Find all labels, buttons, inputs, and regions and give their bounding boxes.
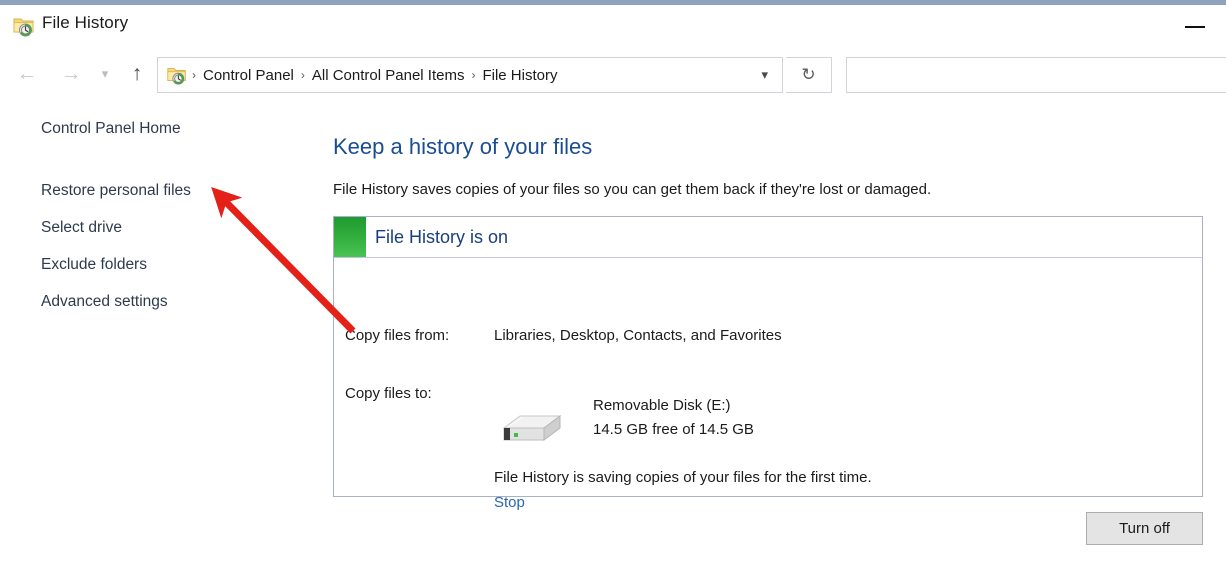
breadcrumb-folder-history-icon [166,64,188,86]
address-bar[interactable]: › Control Panel › All Control Panel Item… [157,57,783,93]
sidebar-item-select-drive[interactable]: Select drive [0,209,320,246]
minimize-icon [1185,26,1205,28]
file-history-window: File History ← → ▾ ↑ › Control Panel › A… [0,0,1226,565]
drive-name: Removable Disk (E:) [593,397,731,414]
main-content: Keep a history of your files File Histor… [333,110,1213,201]
breadcrumb-separator[interactable]: › [469,68,477,82]
saving-status-text: File History is saving copies of your fi… [494,469,872,486]
stop-link[interactable]: Stop [494,494,525,511]
arrow-up-icon: ↑ [131,62,143,85]
turn-off-button[interactable]: Turn off [1086,512,1203,545]
sidebar-item-control-panel-home[interactable]: Control Panel Home [0,110,320,147]
navigation-bar: ← → ▾ ↑ › Control Panel › All Control Pa… [0,50,1226,98]
drive-free-space: 14.5 GB free of 14.5 GB [593,421,754,438]
copy-files-to-label: Copy files to: [345,385,432,402]
breadcrumb-all-control-panel-items[interactable]: All Control Panel Items [307,67,470,84]
status-title: File History is on [375,226,509,247]
breadcrumb-file-history[interactable]: File History [477,67,562,84]
sidebar-item-exclude-folders[interactable]: Exclude folders [0,246,320,283]
breadcrumb-separator[interactable]: › [299,68,307,82]
title-bar: File History [0,5,1226,47]
folder-history-icon [12,14,36,38]
arrow-left-icon: ← [16,62,38,85]
refresh-icon: ↻ [801,65,816,84]
window-title: File History [42,13,129,32]
sidebar-item-advanced-settings[interactable]: Advanced settings [0,283,320,320]
arrow-right-icon: → [60,62,82,85]
page-title: Keep a history of your files [333,134,593,159]
recent-locations-button[interactable]: ▾ [92,50,118,98]
sidebar-item-restore-personal-files[interactable]: Restore personal files [0,172,320,209]
status-panel-body: Copy files from: Libraries, Desktop, Con… [334,258,1202,511]
status-indicator-icon [334,217,366,257]
breadcrumb-dropdown-chevron-down-icon[interactable]: ▾ [761,67,768,83]
up-button[interactable]: ↑ [120,50,154,98]
copy-files-from-label: Copy files from: [345,327,450,344]
breadcrumb-separator[interactable]: › [190,68,198,82]
refresh-button[interactable]: ↻ [786,57,832,93]
copy-files-from-value: Libraries, Desktop, Contacts, and Favori… [494,327,782,344]
search-input[interactable] [847,58,1226,92]
status-panel-header: File History is on [334,217,1202,258]
minimize-button[interactable] [1172,7,1218,45]
back-button[interactable]: ← [8,50,46,98]
external-drive-icon [494,400,566,448]
sidebar: Control Panel Home Restore personal file… [0,110,320,320]
file-history-status-panel: File History is on Copy files from: Libr… [333,216,1203,511]
forward-button[interactable]: → [52,50,90,98]
page-description: File History saves copies of your files … [333,181,932,198]
breadcrumb-control-panel[interactable]: Control Panel [198,67,299,84]
chevron-down-icon: ▾ [101,66,109,81]
search-box[interactable] [846,57,1226,93]
